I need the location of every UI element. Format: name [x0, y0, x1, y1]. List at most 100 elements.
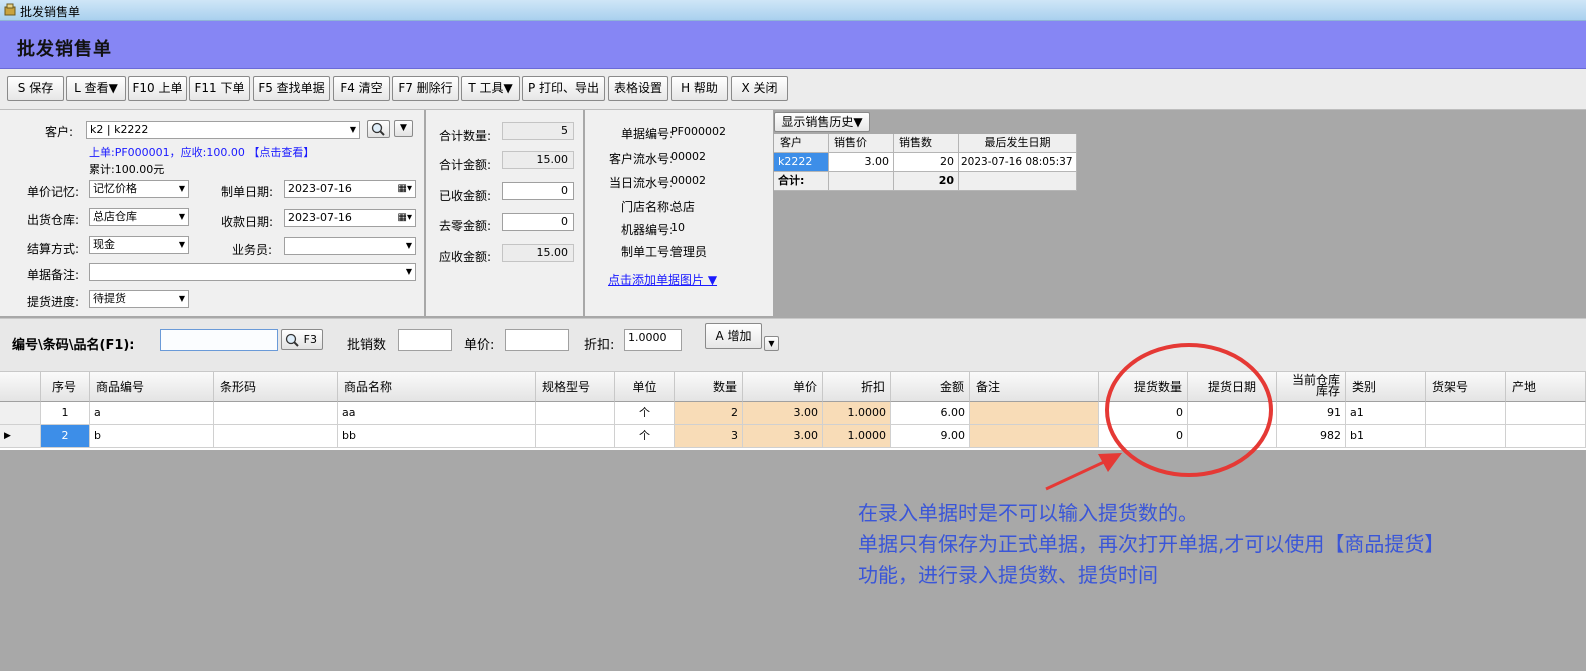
- cell-discount[interactable]: 1.0000: [823, 402, 891, 425]
- remark-select[interactable]: ▼: [89, 263, 416, 281]
- cell-code[interactable]: b: [90, 425, 214, 448]
- save-button[interactable]: S 保存: [7, 76, 64, 101]
- help-button[interactable]: H 帮助: [671, 76, 728, 101]
- progress-select[interactable]: 待提货 ▼: [89, 290, 189, 308]
- cell-discount[interactable]: 1.0000: [823, 425, 891, 448]
- warehouse-select[interactable]: 总店仓库 ▼: [89, 208, 189, 226]
- cell-barcode[interactable]: [214, 425, 338, 448]
- cell-name[interactable]: aa: [338, 402, 536, 425]
- history-total-date: [959, 172, 1077, 191]
- qty-input[interactable]: [398, 329, 452, 351]
- cell-spec[interactable]: [536, 402, 615, 425]
- chevron-down-icon: ▼: [768, 339, 775, 348]
- grid-header-seq[interactable]: 序号: [41, 372, 90, 402]
- clear-button[interactable]: F4 清空: [333, 76, 390, 101]
- grid-header-category[interactable]: 类别: [1346, 372, 1426, 402]
- cell-price[interactable]: 3.00: [743, 402, 823, 425]
- history-header-qty: 销售数: [894, 134, 959, 153]
- cell-price[interactable]: 3.00: [743, 425, 823, 448]
- rounding-input[interactable]: 0: [502, 213, 574, 231]
- grid-header-name[interactable]: 商品名称: [338, 372, 536, 402]
- grid-header-amount[interactable]: 金额: [891, 372, 970, 402]
- find-document-button[interactable]: F5 查找单据: [253, 76, 330, 101]
- customer-search-button[interactable]: [367, 120, 390, 138]
- history-cell-date[interactable]: 2023-07-16 08:05:37: [959, 153, 1077, 172]
- customer-select[interactable]: k2 | k2222 ▼: [86, 121, 360, 139]
- grid-header-price[interactable]: 单价: [743, 372, 823, 402]
- add-item-button[interactable]: A 增加: [705, 323, 762, 349]
- prev-order-button[interactable]: F10 上单: [128, 76, 187, 101]
- grid-header-barcode[interactable]: 条形码: [214, 372, 338, 402]
- cell-unit[interactable]: 个: [615, 402, 675, 425]
- show-history-button[interactable]: 显示销售历史▼: [774, 112, 870, 132]
- settle-select[interactable]: 现金 ▼: [89, 236, 189, 254]
- cell-stock[interactable]: 982: [1277, 425, 1346, 448]
- last-order-link[interactable]: 【点击查看】: [248, 146, 314, 159]
- cell-shelf[interactable]: [1426, 402, 1506, 425]
- annotation-line-1: 在录入单据时是不可以输入提货数的。: [858, 501, 1198, 525]
- cell-barcode[interactable]: [214, 402, 338, 425]
- window-title: 批发销售单: [20, 5, 81, 19]
- grid-header-stock[interactable]: 当前仓库 库存: [1277, 372, 1346, 402]
- row-header-current[interactable]: ▶: [0, 425, 41, 448]
- grid-header-qty[interactable]: 数量: [675, 372, 743, 402]
- cell-origin[interactable]: [1506, 402, 1586, 425]
- page-header: [0, 21, 1586, 69]
- grid-header-discount[interactable]: 折扣: [823, 372, 891, 402]
- cell-name[interactable]: bb: [338, 425, 536, 448]
- history-cell-customer[interactable]: k2222: [774, 153, 829, 172]
- cell-amount[interactable]: 9.00: [891, 425, 970, 448]
- annotation-line-2: 单据只有保存为正式单据，再次打开单据,才可以使用【商品提货】: [858, 532, 1445, 556]
- cell-category[interactable]: b1: [1346, 425, 1426, 448]
- cell-seq[interactable]: 2: [41, 425, 90, 448]
- history-cell-price[interactable]: 3.00: [829, 153, 894, 172]
- grid-header-unit[interactable]: 单位: [615, 372, 675, 402]
- grid-header-spec[interactable]: 规格型号: [536, 372, 615, 402]
- tools-menu-button[interactable]: T 工具▼: [461, 76, 520, 101]
- receive-date-picker[interactable]: 2023-07-16 ▦▾: [284, 209, 416, 227]
- total-qty-label: 合计数量:: [439, 129, 492, 143]
- cell-remark[interactable]: [970, 402, 1099, 425]
- cell-stock[interactable]: 91: [1277, 402, 1346, 425]
- grid-header-origin[interactable]: 产地: [1506, 372, 1586, 402]
- grid-header-shelf[interactable]: 货架号: [1426, 372, 1506, 402]
- price-memory-select[interactable]: 记忆价格 ▼: [89, 180, 189, 198]
- cell-origin[interactable]: [1506, 425, 1586, 448]
- due-label: 应收金额:: [439, 250, 492, 264]
- grid-header-remark[interactable]: 备注: [970, 372, 1099, 402]
- salesman-select[interactable]: ▼: [284, 237, 416, 255]
- add-image-link[interactable]: 点击添加单据图片 ▼: [608, 271, 717, 288]
- item-search-button[interactable]: F3: [281, 329, 323, 350]
- cell-qty[interactable]: 3: [675, 425, 743, 448]
- cell-shelf[interactable]: [1426, 425, 1506, 448]
- operator-value: 管理员: [671, 245, 708, 259]
- customer-dropdown-button[interactable]: ▼: [394, 120, 413, 137]
- cell-qty[interactable]: 2: [675, 402, 743, 425]
- view-menu-button[interactable]: L 查看▼: [66, 76, 126, 101]
- price-input[interactable]: [505, 329, 569, 351]
- next-order-button[interactable]: F11 下单: [189, 76, 250, 101]
- cell-category[interactable]: a1: [1346, 402, 1426, 425]
- table-settings-button[interactable]: 表格设置: [608, 76, 668, 101]
- due-field: 15.00: [502, 244, 574, 262]
- item-search-label: F3: [303, 333, 317, 346]
- document-info-panel: 单据编号: PF000002 客户流水号: 00002 当日流水号: 00002…: [585, 110, 773, 316]
- grid-header-code[interactable]: 商品编号: [90, 372, 214, 402]
- history-total-qty: 20: [894, 172, 959, 191]
- cell-spec[interactable]: [536, 425, 615, 448]
- row-header[interactable]: [0, 402, 41, 425]
- print-export-button[interactable]: P 打印、导出: [522, 76, 605, 101]
- cell-code[interactable]: a: [90, 402, 214, 425]
- history-cell-qty[interactable]: 20: [894, 153, 959, 172]
- cell-amount[interactable]: 6.00: [891, 402, 970, 425]
- settle-label: 结算方式:: [27, 242, 80, 256]
- delete-row-button[interactable]: F7 删除行: [392, 76, 459, 101]
- code-input[interactable]: [160, 329, 278, 351]
- add-options-button[interactable]: ▼: [764, 336, 779, 351]
- close-button[interactable]: X 关闭: [731, 76, 788, 101]
- cell-unit[interactable]: 个: [615, 425, 675, 448]
- date-picker[interactable]: 2023-07-16 ▦▾: [284, 180, 416, 198]
- received-input[interactable]: 0: [502, 182, 574, 200]
- cell-seq[interactable]: 1: [41, 402, 90, 425]
- discount-input[interactable]: 1.0000: [624, 329, 682, 351]
